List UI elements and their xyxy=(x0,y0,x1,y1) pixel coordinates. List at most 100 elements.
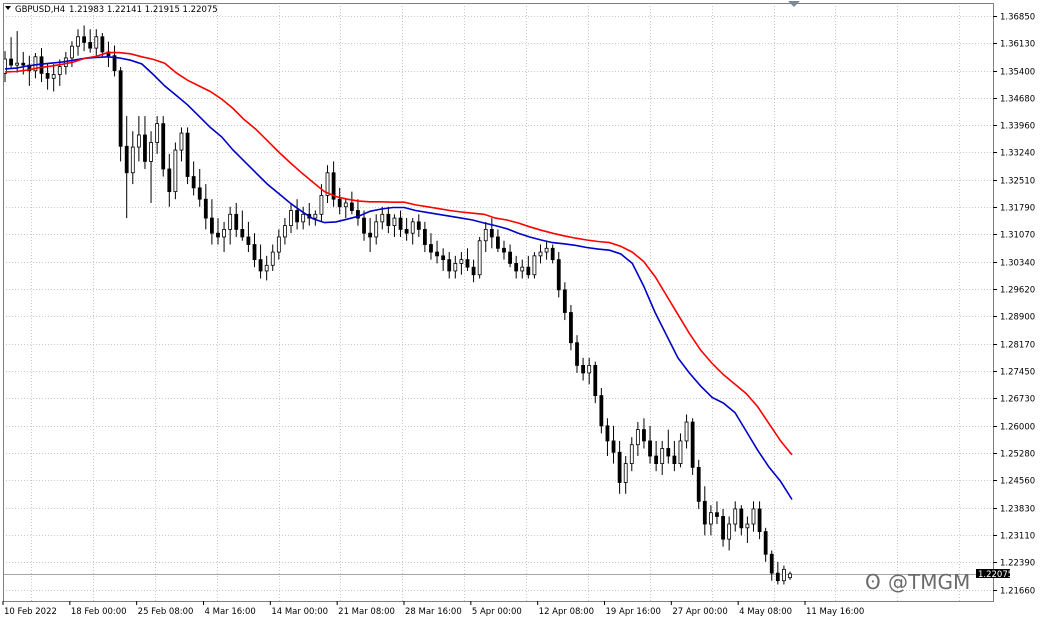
x-tick-label: 21 Mar 08:00 xyxy=(338,607,395,617)
candle-body xyxy=(167,168,172,193)
x-tick-label: 4 May 08:00 xyxy=(739,607,792,617)
candle-body xyxy=(203,198,208,219)
chart-window[interactable]: 1.36850 1.36130 1.35400 1.34680 1.33960 1.332… xyxy=(0,0,1041,619)
candle-body xyxy=(258,259,263,272)
candle-body xyxy=(143,134,147,162)
candle-body xyxy=(727,523,732,540)
candle-body xyxy=(684,421,689,442)
candle-body xyxy=(471,266,476,276)
candle-body xyxy=(447,259,452,272)
candle-body xyxy=(581,364,586,374)
x-tick-label: 5 Apr 00:00 xyxy=(472,607,522,617)
ohlc-values: 1.21983 1.22141 1.21915 1.22075 xyxy=(69,5,218,15)
y-tick-label: 1.31790 xyxy=(1000,204,1035,214)
candle-body xyxy=(270,251,275,266)
candle-body xyxy=(51,74,56,79)
candle-body xyxy=(642,429,646,442)
x-tick-label: 27 Apr 00:00 xyxy=(672,607,727,617)
x-tick-label: 4 Mar 16:00 xyxy=(205,607,256,617)
candle-body xyxy=(678,440,683,464)
candle-body xyxy=(216,232,220,238)
y-tick-label: 1.28170 xyxy=(1000,341,1035,351)
candle-body xyxy=(690,421,695,468)
y-tick-label: 1.27450 xyxy=(1000,368,1035,378)
candle-body xyxy=(502,247,506,253)
candle-body xyxy=(769,553,774,574)
y-tick-label: 1.25280 xyxy=(1000,450,1035,460)
candle-body xyxy=(623,463,628,483)
candle-body xyxy=(477,240,482,276)
x-tick-label: 28 Mar 16:00 xyxy=(405,607,462,617)
candle-body xyxy=(179,132,184,151)
price-axis[interactable]: 1.36850 1.36130 1.35400 1.34680 1.33960 1.332… xyxy=(993,13,1035,597)
candle-body xyxy=(745,523,750,529)
y-tick-label: 1.36850 xyxy=(1000,13,1035,23)
candle-body xyxy=(739,508,744,529)
y-tick-label: 1.31070 xyxy=(1000,231,1035,241)
candle-body xyxy=(21,62,26,66)
candle-body xyxy=(416,221,421,230)
y-tick-label: 1.21660 xyxy=(1000,587,1035,597)
current-price-label: 1.22075 xyxy=(978,570,1013,580)
candle-body xyxy=(118,70,123,147)
candle-body xyxy=(124,145,129,174)
y-tick-label: 1.30340 xyxy=(1000,259,1035,269)
candle-body xyxy=(392,217,397,227)
candle-body xyxy=(289,210,293,227)
candle-body xyxy=(617,451,622,483)
price-chart[interactable]: 1.36850 1.36130 1.35400 1.34680 1.33960 1.332… xyxy=(0,0,1041,619)
ma-slow-line xyxy=(4,51,793,456)
candle-body xyxy=(562,289,567,313)
candle-body xyxy=(757,508,762,532)
candle-body xyxy=(136,134,141,148)
candle-body xyxy=(228,213,233,230)
y-tick-label: 1.23110 xyxy=(1000,532,1035,542)
candle-body xyxy=(234,213,239,230)
x-tick-label: 19 Apr 16:00 xyxy=(606,607,661,617)
candle-body xyxy=(173,149,178,193)
candle-body xyxy=(569,312,573,344)
symbol-dropdown-icon[interactable] xyxy=(5,6,11,10)
candle-body xyxy=(209,217,214,234)
y-tick-label: 1.33240 xyxy=(1000,149,1035,159)
candle-body xyxy=(191,176,196,189)
candle-body xyxy=(763,531,768,555)
y-tick-label: 1.35400 xyxy=(1000,68,1035,78)
candle-body xyxy=(197,187,202,200)
candle-body xyxy=(556,259,561,291)
y-tick-label: 1.24560 xyxy=(1000,477,1035,487)
y-tick-label: 1.28900 xyxy=(1000,313,1035,323)
x-tick-label: 14 Mar 00:00 xyxy=(271,607,328,617)
candle-body xyxy=(702,500,707,525)
candle-body xyxy=(715,512,719,517)
candle-body xyxy=(611,440,616,453)
candle-body xyxy=(635,429,640,446)
x-tick-label: 18 Feb 00:00 xyxy=(71,607,127,617)
candle-body xyxy=(82,36,87,43)
y-tick-label: 1.36130 xyxy=(1000,40,1035,50)
x-tick-label: 10 Feb 2022 xyxy=(4,607,57,617)
candle-body xyxy=(349,202,354,211)
candle-body xyxy=(599,395,604,427)
time-axis[interactable]: 10 Feb 2022 18 Feb 00:00 25 Feb 08:00 4 Mar… xyxy=(2,601,864,617)
candle-body xyxy=(295,210,299,223)
x-tick-label: 25 Feb 08:00 xyxy=(138,607,194,617)
candle-body xyxy=(276,236,281,253)
candle-body xyxy=(520,266,525,272)
moving-averages xyxy=(4,51,793,500)
candle-body xyxy=(453,263,458,272)
candle-body xyxy=(429,244,433,253)
candle-body xyxy=(319,195,324,215)
candle-body xyxy=(45,73,50,79)
watermark: @TMGM xyxy=(888,570,970,594)
candle-body xyxy=(672,455,677,464)
candle-body xyxy=(9,58,13,66)
candle-body xyxy=(483,229,488,242)
candle-body xyxy=(660,448,665,464)
candle-body xyxy=(629,444,634,464)
candle-body xyxy=(696,466,701,502)
candle-body xyxy=(605,425,610,442)
x-tick-label: 11 May 16:00 xyxy=(806,607,864,617)
candle-body xyxy=(496,236,500,249)
candle-body xyxy=(70,45,74,59)
